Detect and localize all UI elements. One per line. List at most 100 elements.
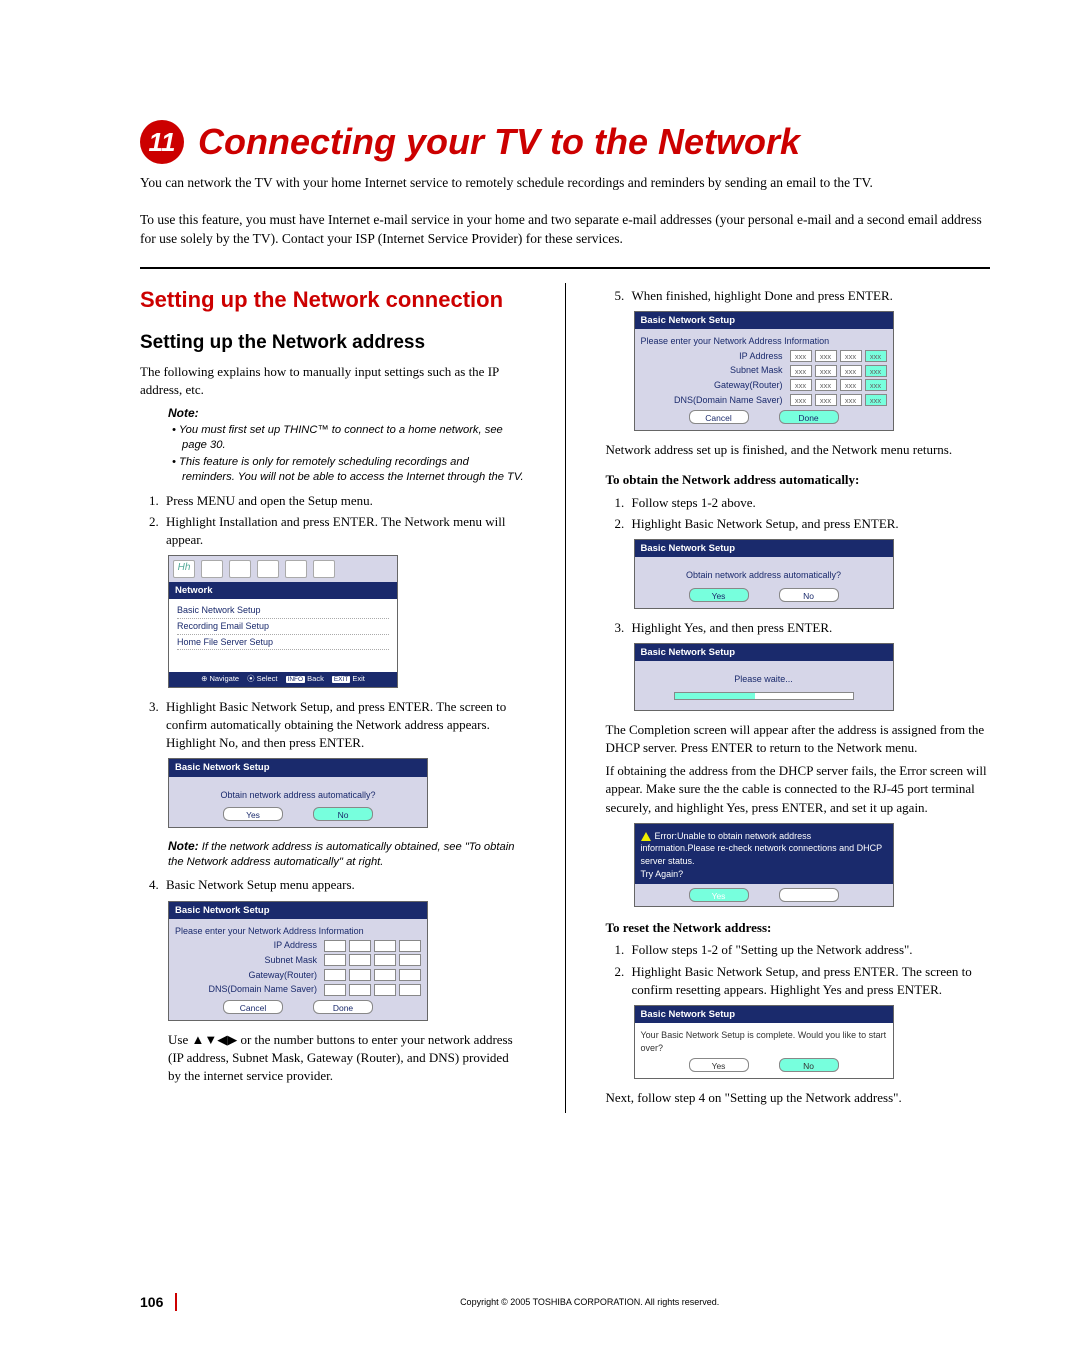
error-text: Error:Unable to obtain network address i… xyxy=(641,831,882,866)
step-5: When finished, highlight Done and press … xyxy=(628,287,991,305)
row-label: Gateway(Router) xyxy=(175,969,321,982)
dialog-body: Please enter your Network Address Inform… xyxy=(169,919,427,1020)
warning-icon xyxy=(641,832,651,841)
error-message: Error:Unable to obtain network address i… xyxy=(641,830,887,868)
dialog-body: Please enter your Network Address Inform… xyxy=(635,329,893,430)
dialog-title: Basic Network Setup xyxy=(635,540,893,557)
yes-button: Yes xyxy=(689,588,749,602)
dialog-prompt: Please enter your Network Address Inform… xyxy=(641,335,887,348)
inline-note-label: Note: xyxy=(168,839,199,853)
heading-network-address: Setting up the Network address xyxy=(140,330,525,357)
menu-tab-strip: Hh xyxy=(169,556,397,582)
try-again-label: Try Again? xyxy=(641,868,887,881)
intro-paragraph: The following explains how to manually i… xyxy=(140,363,525,399)
menu-tab-icon xyxy=(201,560,223,578)
menu-title: Network xyxy=(169,582,397,599)
inline-note-text: If the network address is automatically … xyxy=(168,841,514,868)
inline-note: Note: If the network address is automati… xyxy=(168,838,525,870)
row-label: Gateway(Router) xyxy=(641,379,787,392)
left-column: Setting up the Network connection Settin… xyxy=(140,283,525,1113)
dialog-body: Obtain network address automatically? Ye… xyxy=(635,557,893,608)
no-button: No xyxy=(779,888,839,902)
footer-select: ⦿ Select xyxy=(247,674,277,685)
error-paragraph: If obtaining the address from the DHCP s… xyxy=(606,762,991,817)
auto-step-1: Follow steps 1-2 above. xyxy=(628,494,991,512)
dialog-title: Basic Network Setup xyxy=(635,1006,893,1023)
column-divider xyxy=(565,283,566,1113)
row-label: Subnet Mask xyxy=(641,364,787,377)
menu-tab-icon xyxy=(313,560,335,578)
dialog-reset-confirm: Basic Network Setup Your Basic Network S… xyxy=(634,1005,894,1079)
footer-bar xyxy=(175,1293,177,1311)
menu-tab-icon xyxy=(229,560,251,578)
note-item-2: • This feature is only for remotely sche… xyxy=(182,455,525,485)
dialog-title: Basic Network Setup xyxy=(635,644,893,661)
lead-paragraph-2: To use this feature, you must have Inter… xyxy=(140,211,990,249)
dialog-body: Obtain network address automatically? Ye… xyxy=(169,777,427,828)
cancel-button: Cancel xyxy=(223,1000,283,1014)
page-footer: 106 Copyright © 2005 TOSHIBA CORPORATION… xyxy=(140,1293,990,1311)
page-number: 106 xyxy=(140,1294,163,1310)
menu-items: Basic Network Setup Recording Email Setu… xyxy=(169,599,397,672)
reset-prompt: Your Basic Network Setup is complete. Wo… xyxy=(641,1029,887,1054)
yes-button: Yes xyxy=(689,1058,749,1072)
menu-tab-icon xyxy=(285,560,307,578)
row-label: IP Address xyxy=(175,939,321,952)
no-button: No xyxy=(779,588,839,602)
auto-step-3: Highlight Yes, and then press ENTER. xyxy=(628,619,991,637)
wait-message: Please waite... xyxy=(641,673,887,686)
dialog-error: Error:Unable to obtain network address i… xyxy=(634,823,894,907)
row-label: DNS(Domain Name Saver) xyxy=(175,983,321,996)
menu-item: Home File Server Setup xyxy=(177,635,389,651)
reset-step-2: Highlight Basic Network Setup, and press… xyxy=(628,963,991,999)
dialog-auto-obtain-no: Basic Network Setup Obtain network addre… xyxy=(168,758,428,828)
dialog-network-menu: Hh Network Basic Network Setup Recording… xyxy=(168,555,398,688)
step-4: Basic Network Setup menu appears. xyxy=(162,876,525,894)
footer-navigate: ⊕ Navigate xyxy=(201,674,239,685)
copyright-text: Copyright © 2005 TOSHIBA CORPORATION. Al… xyxy=(189,1297,990,1307)
chapter-title: Connecting your TV to the Network xyxy=(198,121,800,163)
reset-step-1: Follow steps 1-2 of "Setting up the Netw… xyxy=(628,941,991,959)
row-label: DNS(Domain Name Saver) xyxy=(641,394,787,407)
step-3: Highlight Basic Network Setup, and press… xyxy=(162,698,525,753)
menu-item: Basic Network Setup xyxy=(177,603,389,619)
menu-item: Recording Email Setup xyxy=(177,619,389,635)
menu-tab-icon xyxy=(257,560,279,578)
auto-step-2: Highlight Basic Network Setup, and press… xyxy=(628,515,991,533)
note-item-1: • You must first set up THINC™ to connec… xyxy=(182,423,525,453)
note-item-2-text: This feature is only for remotely schedu… xyxy=(179,456,524,483)
footer-exit: EXIT Exit xyxy=(332,674,365,685)
menu-footer: ⊕ Navigate ⦿ Select INFO Back EXIT Exit xyxy=(169,672,397,687)
note-item-1-text: You must first set up THINC™ to connect … xyxy=(179,424,503,451)
dialog-prompt: Obtain network address automatically? xyxy=(175,789,421,802)
dialog-address-entry-blank: Basic Network Setup Please enter your Ne… xyxy=(168,901,428,1021)
footer-back: INFO Back xyxy=(286,674,324,685)
step-2: Highlight Installation and press ENTER. … xyxy=(162,513,525,549)
subhead-reset: To reset the Network address: xyxy=(606,919,991,937)
done-button: Done xyxy=(779,410,839,424)
dialog-please-wait: Basic Network Setup Please waite... xyxy=(634,643,894,711)
lead-paragraph-1: You can network the TV with your home In… xyxy=(140,174,990,193)
dialog-prompt: Obtain network address automatically? xyxy=(641,569,887,582)
progress-bar xyxy=(674,692,854,700)
subhead-auto-obtain: To obtain the Network address automatica… xyxy=(606,471,991,489)
dialog-prompt: Please enter your Network Address Inform… xyxy=(175,925,421,938)
row-label: Subnet Mask xyxy=(175,954,321,967)
right-column: When finished, highlight Done and press … xyxy=(606,283,991,1113)
step-1: Press MENU and open the Setup menu. xyxy=(162,492,525,510)
no-button: No xyxy=(779,1058,839,1072)
dialog-auto-obtain-yes: Basic Network Setup Obtain network addre… xyxy=(634,539,894,609)
dialog-address-entry-filled: Basic Network Setup Please enter your Ne… xyxy=(634,311,894,431)
step-4-tail: Use ▲▼◀▶ or the number buttons to enter … xyxy=(168,1031,525,1086)
done-button: Done xyxy=(313,1000,373,1014)
section-divider xyxy=(140,267,990,269)
dialog-body: Your Basic Network Setup is complete. Wo… xyxy=(635,1023,893,1078)
chapter-header: 11 Connecting your TV to the Network xyxy=(140,120,990,164)
reset-tail: Next, follow step 4 on "Setting up the N… xyxy=(606,1089,991,1107)
yes-button: Yes xyxy=(223,807,283,821)
no-button: No xyxy=(313,807,373,821)
heading-network-connection: Setting up the Network connection xyxy=(140,287,525,312)
dialog-title: Basic Network Setup xyxy=(169,902,427,919)
completion-paragraph: The Completion screen will appear after … xyxy=(606,721,991,757)
menu-tab-icon: Hh xyxy=(173,560,195,578)
